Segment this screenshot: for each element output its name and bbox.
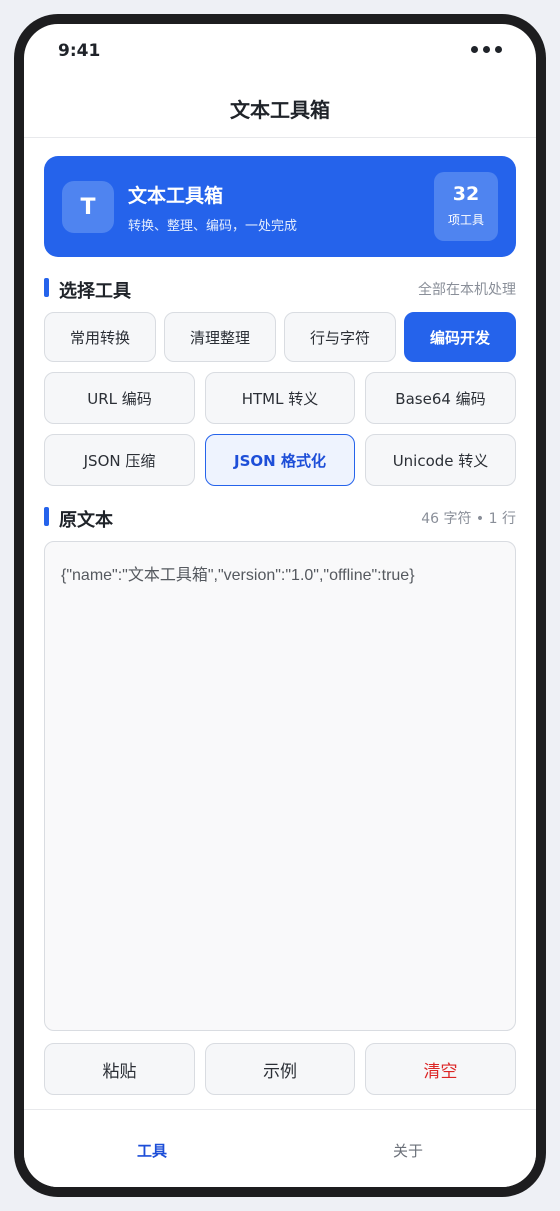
more-options-icon[interactable] (471, 46, 502, 53)
source-text-input[interactable]: {"name":"文本工具箱","version":"1.0","offline… (44, 541, 516, 1031)
source-section-title: 原文本 (59, 510, 113, 531)
status-bar: 9:41 (24, 24, 536, 84)
category-tab-encoding[interactable]: 编码开发 (404, 312, 516, 362)
source-section-header: 原文本 46 字符 • 1 行 (44, 506, 516, 532)
category-tab-common[interactable]: 常用转换 (44, 312, 156, 362)
tools-section-note: 全部在本机处理 (418, 282, 516, 298)
tool-html-escape[interactable]: HTML 转义 (205, 372, 355, 424)
page-title: 文本工具箱 (230, 98, 330, 122)
source-text-stats: 46 字符 • 1 行 (421, 511, 516, 527)
tools-section-title: 选择工具 (59, 281, 131, 302)
bottom-tab-bar: 工具 关于 (24, 1109, 536, 1187)
hero-subtitle: 转换、整理、编码，一处完成 (128, 219, 298, 234)
tab-about[interactable]: 关于 (280, 1140, 536, 1161)
app-hero-card: T 文本工具箱 转换、整理、编码，一处完成 32 项工具 (44, 156, 516, 257)
navigation-bar: 文本工具箱 (24, 84, 536, 138)
category-tab-lines-chars[interactable]: 行与字符 (284, 312, 396, 362)
tool-base64-encode[interactable]: Base64 编码 (365, 372, 516, 424)
tab-tools[interactable]: 工具 (24, 1140, 280, 1161)
tool-count: 32 (452, 183, 480, 205)
tool-count-unit: 项工具 (447, 213, 484, 227)
example-button[interactable]: 示例 (205, 1043, 355, 1095)
app-screen: 9:41 文本工具箱 T 文本工具箱 转换、整理、编码，一处完成 32 项工具 … (24, 24, 536, 1187)
tool-url-encode[interactable]: URL 编码 (44, 372, 195, 424)
hero-title: 文本工具箱 (128, 185, 224, 207)
device-frame: 9:41 文本工具箱 T 文本工具箱 转换、整理、编码，一处完成 32 项工具 … (14, 14, 546, 1197)
tool-unicode-escape[interactable]: Unicode 转义 (365, 434, 516, 486)
tool-json-minify[interactable]: JSON 压缩 (44, 434, 195, 486)
paste-button[interactable]: 粘贴 (44, 1043, 195, 1095)
app-logo: T (62, 181, 114, 233)
tool-count-badge: 32 项工具 (434, 172, 498, 241)
clear-button[interactable]: 清空 (365, 1043, 516, 1095)
tool-json-format[interactable]: JSON 格式化 (205, 434, 355, 486)
category-tab-cleanup[interactable]: 清理整理 (164, 312, 276, 362)
section-accent-bar (44, 507, 49, 526)
status-time: 9:41 (58, 41, 101, 61)
tools-section-header: 选择工具 全部在本机处理 (44, 277, 516, 303)
section-accent-bar (44, 278, 49, 297)
